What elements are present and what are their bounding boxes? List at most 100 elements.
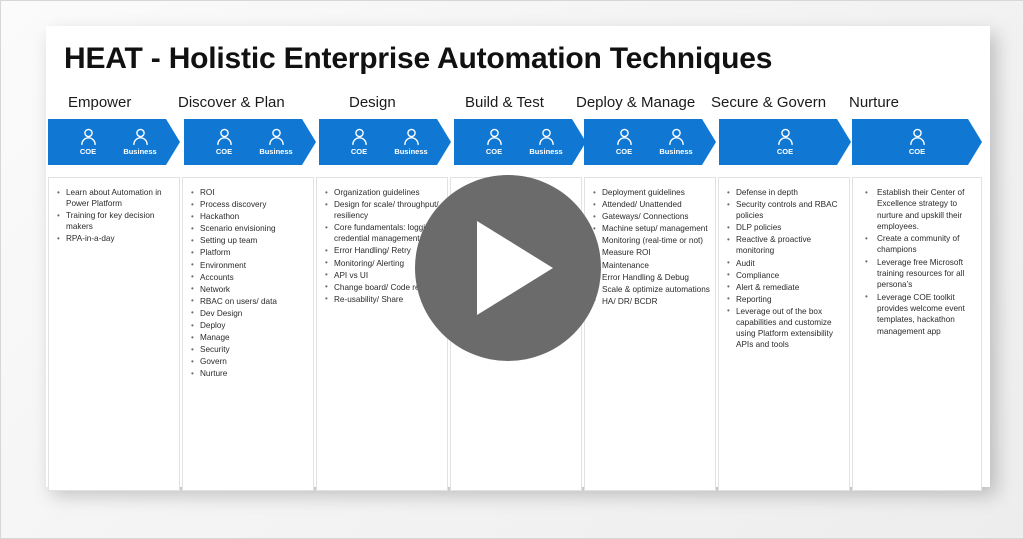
persona-coe: COE	[759, 128, 811, 156]
phase-item-list: ROIProcess discoveryHackathonScenario en…	[183, 178, 313, 380]
list-item: Reporting	[727, 293, 845, 305]
persona-coe: COE	[598, 128, 650, 156]
list-item: Hackathon	[191, 211, 309, 222]
list-item: Gateways/ Connections	[593, 211, 711, 222]
person-icon	[486, 128, 503, 146]
list-item: Training for key decision makers	[57, 210, 175, 232]
persona-coe: COE	[333, 128, 385, 156]
list-item: Alert & remediate	[727, 281, 845, 293]
list-item: Leverage COE toolkit provides welcome ev…	[865, 291, 977, 337]
persona-business: Business	[650, 128, 702, 156]
phase-chevron-banner: COE	[852, 119, 982, 165]
list-item: Measure ROI	[593, 247, 711, 258]
phase-item-list: Defense in depthSecurity controls and RB…	[719, 178, 849, 350]
list-item: Audit	[727, 257, 845, 269]
persona-label: COE	[215, 147, 233, 156]
list-item: Compliance	[727, 269, 845, 281]
list-item: Setting up team	[191, 235, 309, 246]
play-button[interactable]	[415, 175, 601, 361]
phase-label: Deploy & Manage	[576, 94, 696, 111]
list-item: Dev Design	[191, 307, 309, 319]
list-item: ROI	[191, 186, 309, 198]
persona-label: Business	[259, 147, 293, 156]
list-item: Deploy	[191, 320, 309, 331]
list-item: DLP policies	[727, 222, 845, 233]
person-icon	[403, 128, 420, 146]
list-item: Network	[191, 283, 309, 295]
list-item: Establish their Center of Excellence str…	[865, 186, 977, 232]
phase-content-box: Deployment guidelinesAttended/ Unattende…	[584, 177, 716, 491]
persona-label: COE	[350, 147, 368, 156]
persona-coe: COE	[468, 128, 520, 156]
list-item: Reactive & proactive monitoring	[727, 234, 845, 256]
phase-chevron-banner: COE Business	[454, 119, 586, 165]
list-item: Design for scale/ throughput/ resiliency	[325, 199, 443, 221]
persona-coe: COE	[62, 128, 114, 156]
person-icon	[80, 128, 97, 146]
persona-label: Business	[123, 147, 157, 156]
list-item: Error Handling & Debug	[593, 271, 711, 283]
person-icon	[909, 128, 926, 146]
phase-chevron-banner: COE Business	[48, 119, 180, 165]
list-item: Scale & optimize automations	[593, 283, 711, 295]
persona-coe: COE	[891, 128, 943, 156]
person-icon	[538, 128, 555, 146]
video-player-viewport: HEAT - Holistic Enterprise Automation Te…	[0, 0, 1024, 539]
list-item: Defense in depth	[727, 186, 845, 198]
person-icon	[132, 128, 149, 146]
list-item: Govern	[191, 356, 309, 367]
persona-label: COE	[776, 147, 794, 156]
person-icon	[268, 128, 285, 146]
list-item: Organization guidelines	[325, 186, 443, 198]
list-item: Leverage out of the box capabilities and…	[727, 305, 845, 350]
phase-chevron-banner: COE Business	[584, 119, 716, 165]
persona-label: COE	[79, 147, 97, 156]
list-item: Machine setup/ management	[593, 223, 711, 234]
list-item: Scenario envisioning	[191, 223, 309, 234]
page-title: HEAT - Holistic Enterprise Automation Te…	[64, 42, 773, 75]
persona-business: Business	[520, 128, 572, 156]
persona-label: COE	[485, 147, 503, 156]
persona-business: Business	[114, 128, 166, 156]
phase-label: Design	[349, 94, 396, 111]
person-icon	[616, 128, 633, 146]
phase-label: Nurture	[849, 94, 900, 111]
persona-coe: COE	[198, 128, 250, 156]
persona-label: Business	[529, 147, 563, 156]
phase-label: Secure & Govern	[711, 94, 827, 111]
list-item: Monitoring (real-time or not)	[593, 235, 711, 246]
list-item: Manage	[191, 332, 309, 343]
phase-chevron-banner: COE	[719, 119, 851, 165]
phase-chevron-banner: COE Business	[184, 119, 316, 165]
list-item: Nurture	[191, 368, 309, 379]
phase-label: Build & Test	[465, 94, 544, 111]
persona-business: Business	[385, 128, 437, 156]
persona-label: Business	[659, 147, 693, 156]
phase-content-box: Establish their Center of Excellence str…	[852, 177, 982, 491]
list-item: Environment	[191, 259, 309, 271]
phase-label: Discover & Plan	[178, 94, 285, 111]
person-icon	[668, 128, 685, 146]
phase-item-list: Learn about Automation in Power Platform…	[49, 178, 179, 244]
list-item: Security controls and RBAC policies	[727, 199, 845, 221]
phase-content-box: ROIProcess discoveryHackathonScenario en…	[182, 177, 314, 491]
phase-label: Empower	[68, 94, 132, 111]
list-item: Create a community of champions	[865, 233, 977, 256]
list-item: RPA-in-a-day	[57, 233, 175, 244]
list-item: Platform	[191, 247, 309, 258]
play-icon	[477, 221, 553, 315]
list-item: Accounts	[191, 271, 309, 283]
list-item: Leverage free Microsoft training resourc…	[865, 256, 977, 291]
phase-content-box: Learn about Automation in Power Platform…	[48, 177, 180, 491]
persona-label: COE	[615, 147, 633, 156]
phase-item-list: Establish their Center of Excellence str…	[853, 178, 981, 337]
phase-content-box: Defense in depthSecurity controls and RB…	[718, 177, 850, 491]
phase-chevron-banner: COE Business	[319, 119, 451, 165]
list-item: Deployment guidelines	[593, 186, 711, 198]
list-item: HA/ DR/ BCDR	[593, 295, 711, 307]
phase-item-list: Deployment guidelinesAttended/ Unattende…	[585, 178, 715, 307]
list-item: Attended/ Unattended	[593, 199, 711, 210]
list-item: RBAC on users/ data	[191, 295, 309, 307]
persona-label: COE	[908, 147, 926, 156]
list-item: Maintenance	[593, 259, 711, 271]
